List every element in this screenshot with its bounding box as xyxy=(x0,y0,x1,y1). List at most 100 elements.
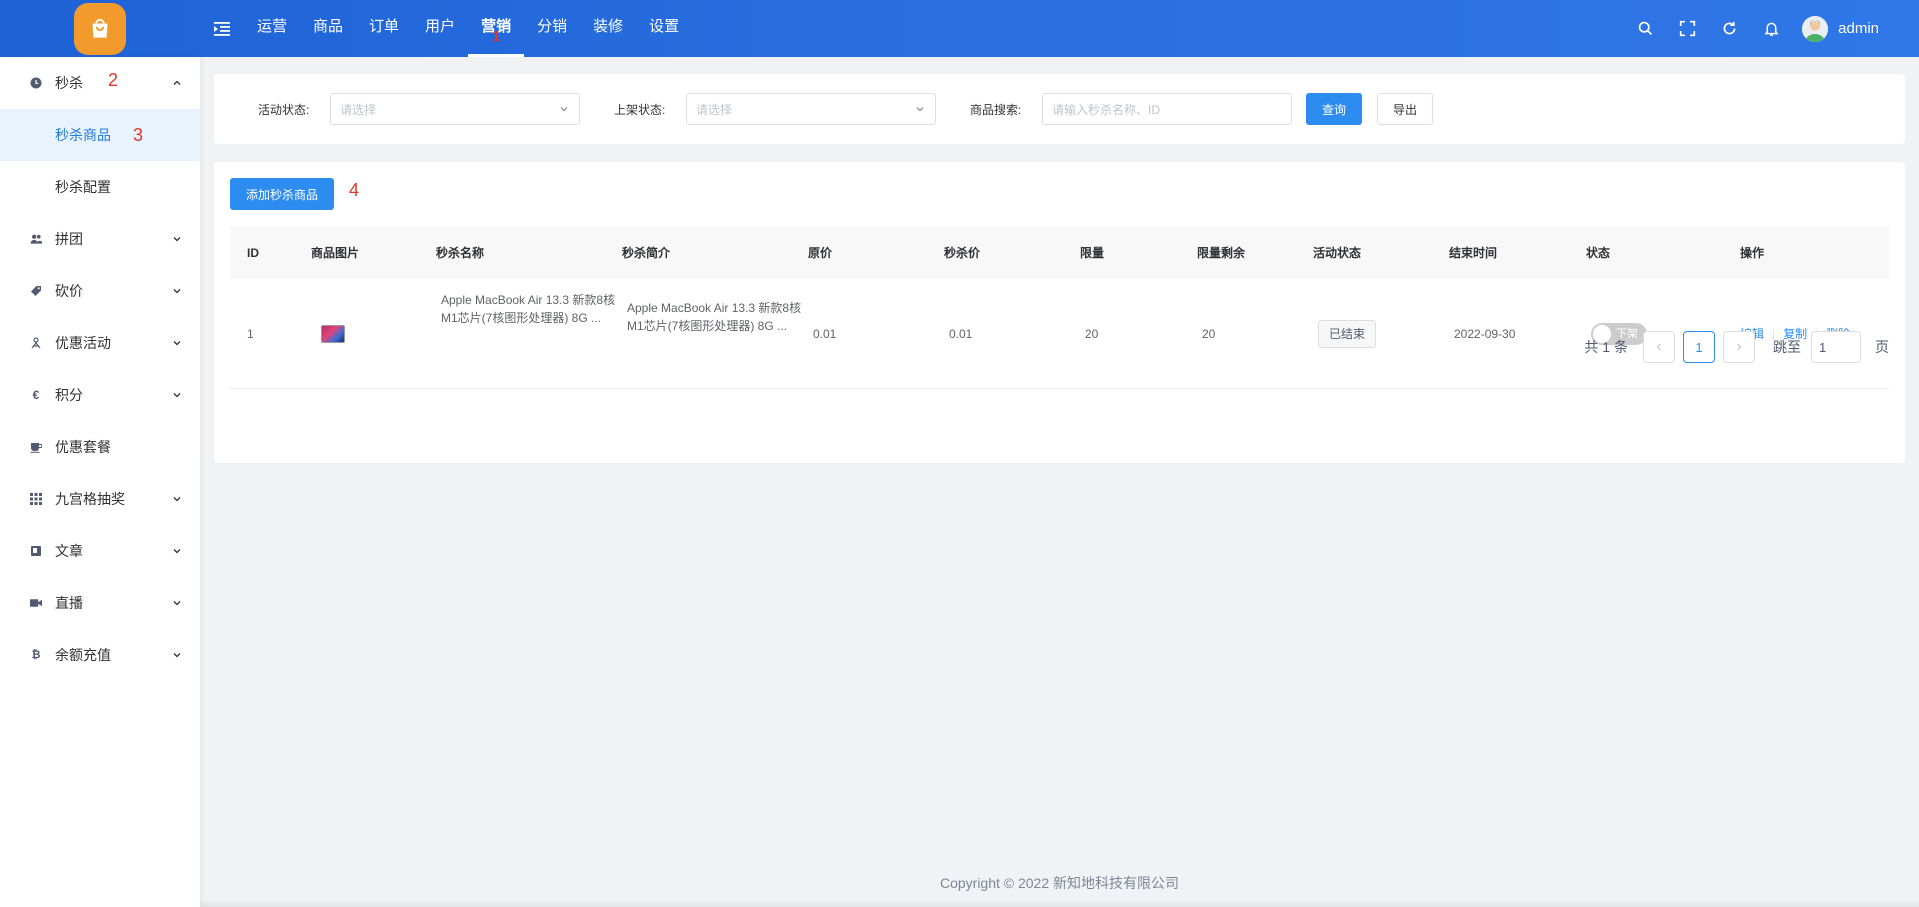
activity-status-badge: 已结束 xyxy=(1318,319,1377,348)
username[interactable]: admin xyxy=(1838,20,1879,37)
export-button[interactable]: 导出 xyxy=(1377,93,1433,125)
nav-label: 订单 xyxy=(369,18,400,35)
nav-item-distribution[interactable]: 分销 xyxy=(524,0,580,57)
annotation-marker: 1 xyxy=(491,28,501,45)
cell-seckill-intro: Apple MacBook Air 13.3 新款8核M1芯片(7核图形处理器)… xyxy=(627,301,802,333)
product-thumbnail[interactable] xyxy=(321,324,345,343)
shopping-bag-icon xyxy=(92,18,108,38)
chevron-down-icon xyxy=(173,549,181,554)
nav-item-settings[interactable]: 设置 xyxy=(636,0,692,57)
nav-label: 装修 xyxy=(593,18,624,35)
column-header: ID xyxy=(247,245,259,260)
annotation-marker: 3 xyxy=(133,125,144,145)
nav-item-users[interactable]: 用户 xyxy=(412,0,468,57)
sidebar-item-seckill-config[interactable]: 秒杀配置 xyxy=(0,161,200,213)
seckill-submenu: 秒杀商品 3 秒杀配置 xyxy=(0,109,200,213)
search-icon[interactable] xyxy=(1624,0,1666,57)
sidebar-item-label: 余额充值 xyxy=(55,647,111,663)
chevron-left-icon xyxy=(1656,343,1661,351)
nav-item-orders[interactable]: 订单 xyxy=(356,0,412,57)
sidebar-item-promotions[interactable]: 优惠活动 xyxy=(0,317,200,369)
sidebar-item-packages[interactable]: 优惠套餐 xyxy=(0,421,200,473)
cup-icon xyxy=(30,441,42,453)
chevron-down-icon xyxy=(916,107,924,112)
column-header: 限量 xyxy=(1080,246,1105,260)
column-header: 操作 xyxy=(1740,246,1765,260)
euro-icon: € xyxy=(32,388,40,402)
cell-original-price: 0.01 xyxy=(813,326,837,341)
bitcoin-icon: ₿ xyxy=(31,649,41,661)
chevron-down-icon xyxy=(173,601,181,606)
shopping-bag-logo[interactable] xyxy=(74,2,126,55)
grid-icon xyxy=(30,493,42,505)
product-search-label: 商品搜索: xyxy=(970,102,1022,117)
chevron-down-icon xyxy=(173,393,181,398)
gift-icon xyxy=(30,337,42,349)
sidebar-item-group-buy[interactable]: 拼团 xyxy=(0,213,200,265)
sidebar-item-lottery[interactable]: 九宫格抽奖 xyxy=(0,473,200,525)
column-header: 商品图片 xyxy=(311,246,360,260)
header-actions: admin xyxy=(1624,0,1879,57)
query-button[interactable]: 查询 xyxy=(1306,93,1362,125)
clock-icon xyxy=(30,77,42,89)
fullscreen-icon[interactable] xyxy=(1666,0,1708,57)
jump-label: 跳至 xyxy=(1773,339,1801,355)
nav-label: 分销 xyxy=(537,18,568,35)
sidebar-item-recharge[interactable]: ₿ 余额充值 xyxy=(0,629,200,681)
next-page-button[interactable] xyxy=(1723,331,1755,363)
column-header: 原价 xyxy=(808,246,833,260)
sidebar-item-live[interactable]: 直播 xyxy=(0,577,200,629)
shelf-status-select[interactable]: 请选择 xyxy=(686,93,936,125)
cell-limit: 20 xyxy=(1085,326,1099,341)
filter-panel: 活动状态: 请选择 上架状态: 请选择 商品搜索: 请输入秒杀名称、ID 查询 … xyxy=(214,74,1905,144)
sidebar-item-label: 九宫格抽奖 xyxy=(55,491,125,507)
table-header: ID 商品图片 秒杀名称 秒杀简介 原价 秒杀价 限量 限量剩余 活动状态 结束… xyxy=(230,226,1889,279)
input-placeholder: 请输入秒杀名称、ID xyxy=(1052,102,1161,117)
sidebar-item-label: 拼团 xyxy=(55,231,83,247)
menu-collapse-icon[interactable] xyxy=(210,17,234,41)
chevron-right-icon xyxy=(1737,343,1742,351)
nav-item-products[interactable]: 商品 xyxy=(300,0,356,57)
chevron-down-icon xyxy=(173,237,181,242)
page-button-1[interactable]: 1 xyxy=(1683,331,1715,363)
jump-page-input[interactable] xyxy=(1811,331,1861,363)
cell-end-time: 2022-09-30 xyxy=(1454,326,1516,341)
add-seckill-product-button[interactable]: 添加秒杀商品 xyxy=(230,178,334,210)
select-placeholder: 请选择 xyxy=(696,102,733,117)
sidebar-item-seckill[interactable]: 秒杀 2 xyxy=(0,57,200,109)
chevron-down-icon xyxy=(173,497,181,502)
shelf-status-label: 上架状态: xyxy=(614,102,666,117)
tag-icon xyxy=(30,285,42,297)
prev-page-button[interactable] xyxy=(1643,331,1675,363)
sidebar-item-points[interactable]: € 积分 xyxy=(0,369,200,421)
sidebar-item-label: 秒杀配置 xyxy=(55,179,111,195)
column-header: 秒杀名称 xyxy=(436,246,485,260)
nav-label: 用户 xyxy=(425,18,456,35)
cell-id: 1 xyxy=(247,326,254,341)
activity-status-select[interactable]: 请选择 xyxy=(330,93,580,125)
annotation-marker: 2 xyxy=(108,70,119,90)
nav-item-marketing[interactable]: 营销 1 xyxy=(468,0,525,57)
sidebar-item-articles[interactable]: 文章 xyxy=(0,525,200,577)
column-header: 限量剩余 xyxy=(1197,246,1246,260)
avatar[interactable] xyxy=(1802,15,1829,42)
column-header: 秒杀价 xyxy=(944,246,981,260)
footer-copyright: Copyright © 2022 新知地科技有限公司 xyxy=(939,875,1180,891)
product-search-input[interactable]: 请输入秒杀名称、ID xyxy=(1042,93,1292,125)
sidebar-item-bargain[interactable]: 砍价 xyxy=(0,265,200,317)
nav-item-decoration[interactable]: 装修 xyxy=(580,0,636,57)
nav-label: 运营 xyxy=(257,18,288,35)
footer-shadow xyxy=(200,899,1919,907)
chevron-down-icon xyxy=(560,107,568,112)
page-suffix: 页 xyxy=(1875,339,1889,355)
nav-label: 商品 xyxy=(313,18,344,35)
refresh-icon[interactable] xyxy=(1708,0,1750,57)
top-nav: 运营 商品 订单 用户 营销 1 分销 装修 设置 xyxy=(244,0,692,57)
sidebar-item-label: 砍价 xyxy=(55,283,83,299)
sidebar-item-seckill-products[interactable]: 秒杀商品 3 xyxy=(0,109,200,161)
chevron-up-icon xyxy=(173,80,181,85)
bell-icon[interactable] xyxy=(1750,0,1792,57)
sidebar-item-label: 优惠套餐 xyxy=(55,439,111,455)
book-icon xyxy=(30,545,42,557)
nav-item-operation[interactable]: 运营 xyxy=(244,0,300,57)
